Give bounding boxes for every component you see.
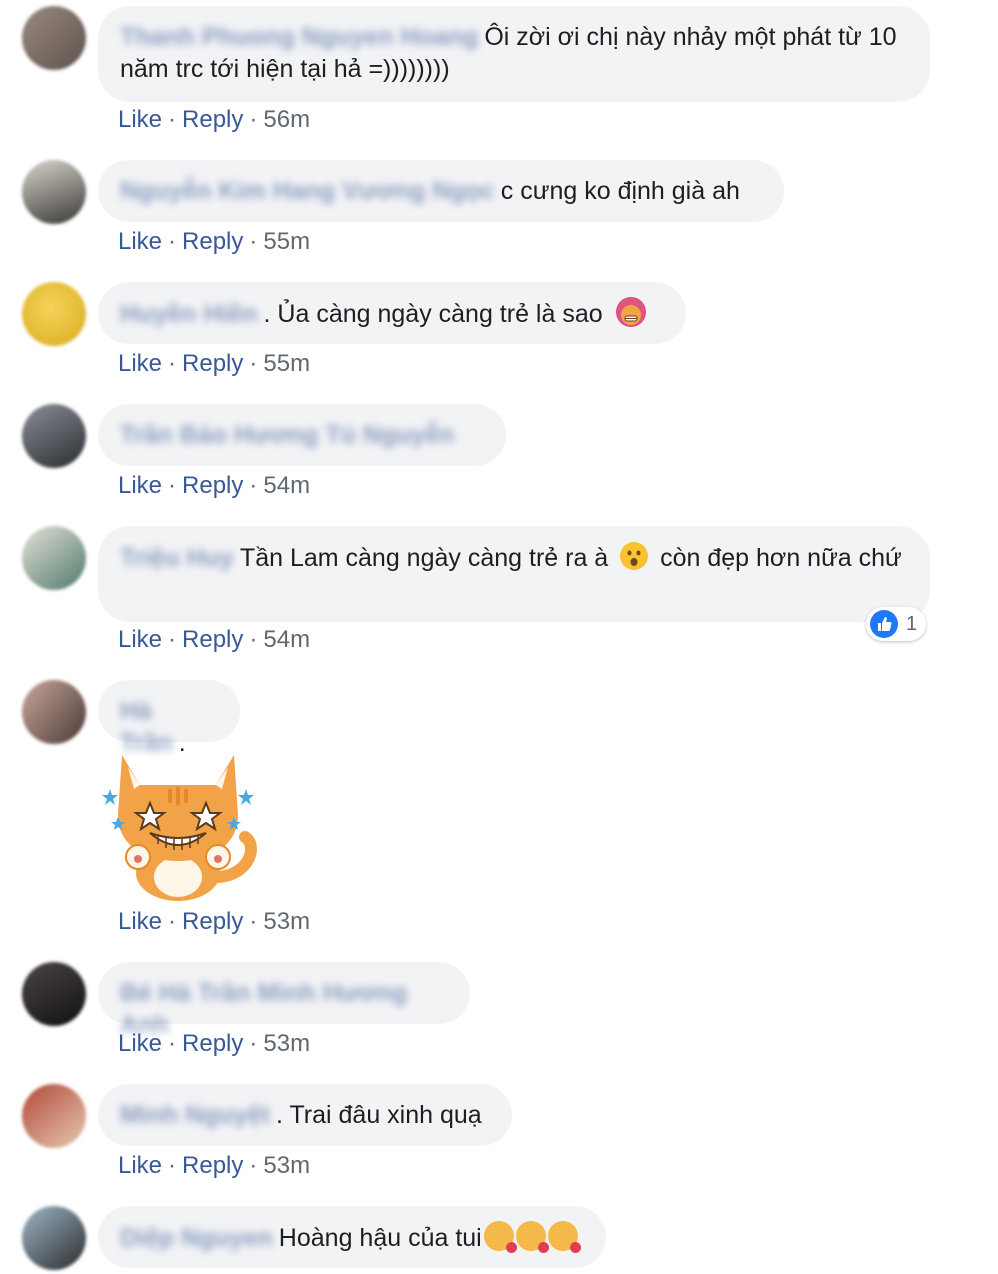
comment-bubble: Hà Trần. [98,680,240,757]
like-link[interactable]: Like [118,472,162,499]
commenter-name[interactable]: Trần Bảo Hương Tú Nguyễn [120,421,455,449]
comment-actions: Like · Reply · 53m [118,1151,310,1181]
comment-bubble: Trần Bảo Hương Tú Nguyễn [98,404,506,466]
reply-link[interactable]: Reply [182,350,243,377]
reply-link[interactable]: Reply [182,1152,243,1179]
separator: · [249,908,258,935]
commenter-name[interactable]: Huyền Hiền [120,300,258,328]
comment-bubble: Diệp Nguyen Hoàng hậu của tui [98,1206,606,1268]
comment-text: . Trai đâu xinh quạ [276,1101,482,1129]
commenter-name[interactable]: Diệp Nguyen [120,1224,273,1252]
comment-time[interactable]: 53m [263,1152,310,1179]
reply-link[interactable]: Reply [182,1030,243,1057]
smiling-cat-heart-emoji [547,1221,581,1253]
separator: · [168,908,177,935]
comment-actions: Like · Reply · 53m [118,1029,310,1059]
separator: · [249,228,258,255]
reaction-count: 1 [906,612,918,635]
comment-text: . Ủa càng ngày càng trẻ là sao [263,300,603,328]
like-link[interactable]: Like [118,1030,162,1057]
cat-sticker[interactable] [100,745,260,905]
avatar[interactable] [22,404,86,468]
comment-actions: Like · Reply · 55m [118,227,310,257]
comment-time[interactable]: 53m [263,1030,310,1057]
comment-actions: Like · Reply · 53m [118,907,310,937]
separator: · [168,472,177,499]
separator: · [168,1030,177,1057]
comment-time[interactable]: 54m [263,626,310,653]
like-link[interactable]: Like [118,1152,162,1179]
like-link[interactable]: Like [118,626,162,653]
separator: · [249,626,258,653]
astonished-face-emoji [619,541,649,571]
avatar[interactable] [22,6,86,70]
comment-bubble: Triệu Huy Tần Lam càng ngày càng trẻ ra à… [98,526,930,622]
separator: · [249,1152,258,1179]
like-link[interactable]: Like [118,350,162,377]
comment-time[interactable]: 55m [263,350,310,377]
avatar[interactable] [22,282,86,346]
reply-link[interactable]: Reply [182,472,243,499]
commenter-name[interactable]: Nguyễn Kim Hang Vương Ngọc [120,177,495,205]
commenter-name[interactable]: Thanh Phuong Nguyen Hoang [120,23,478,51]
separator: · [249,350,258,377]
avatar[interactable] [22,680,86,744]
avatar[interactable] [22,1206,86,1270]
thumbs-up-icon [870,610,898,638]
separator: · [168,1152,177,1179]
separator: · [168,228,177,255]
separator: · [168,626,177,653]
smiling-cat-heart-emoji [515,1221,549,1253]
reply-link[interactable]: Reply [182,228,243,255]
smiling-cat-heart-emoji [483,1221,517,1253]
separator: · [249,472,258,499]
like-link[interactable]: Like [118,908,162,935]
comment-bubble: Nguyễn Kim Hang Vương Ngọc c cưng ko định… [98,160,784,222]
comment-bubble: Bé Hà Trần Minh Hương Anh [98,962,470,1039]
reaction-badge[interactable]: 1 [866,607,926,641]
comment-bubble: Huyền Hiền. Ủa càng ngày càng trẻ là sao [98,282,686,344]
commenter-name[interactable]: Minh Nguyệt [120,1101,270,1129]
comment-bubble: Minh Nguyệt. Trai đâu xinh quạ [98,1084,512,1146]
reply-link[interactable]: Reply [182,908,243,935]
reply-link[interactable]: Reply [182,626,243,653]
comment-time[interactable]: 53m [263,908,310,935]
comment-time[interactable]: 55m [263,228,310,255]
avatar[interactable] [22,1084,86,1148]
like-link[interactable]: Like [118,228,162,255]
comment-time[interactable]: 54m [263,472,310,499]
comment-actions: Like · Reply · 55m [118,349,310,379]
avatar[interactable] [22,962,86,1026]
hot-face-emoji [615,297,646,327]
avatar[interactable] [22,160,86,224]
separator: · [168,350,177,377]
comment-actions: Like · Reply · 54m [118,625,310,655]
comment-text: c cưng ko định già ah [500,177,740,205]
comment-actions: Like · Reply · 56m [118,105,310,135]
comment-text: Hoàng hậu của tui [278,1224,482,1252]
comment-text-continued: còn đẹp hơn nữa chứ [660,544,902,572]
comment-time[interactable]: 56m [263,106,310,133]
separator: · [249,1030,258,1057]
commenter-name[interactable]: Triệu Huy [120,544,234,572]
avatar[interactable] [22,526,86,590]
separator: · [249,106,258,133]
separator: · [168,106,177,133]
comment-bubble: Thanh Phuong Nguyen Hoang Ôi zời ơi chị n… [98,6,930,102]
comment-text: Tần Lam càng ngày càng trẻ ra à [239,544,609,572]
like-link[interactable]: Like [118,106,162,133]
reply-link[interactable]: Reply [182,106,243,133]
comment-actions: Like · Reply · 54m [118,471,310,501]
